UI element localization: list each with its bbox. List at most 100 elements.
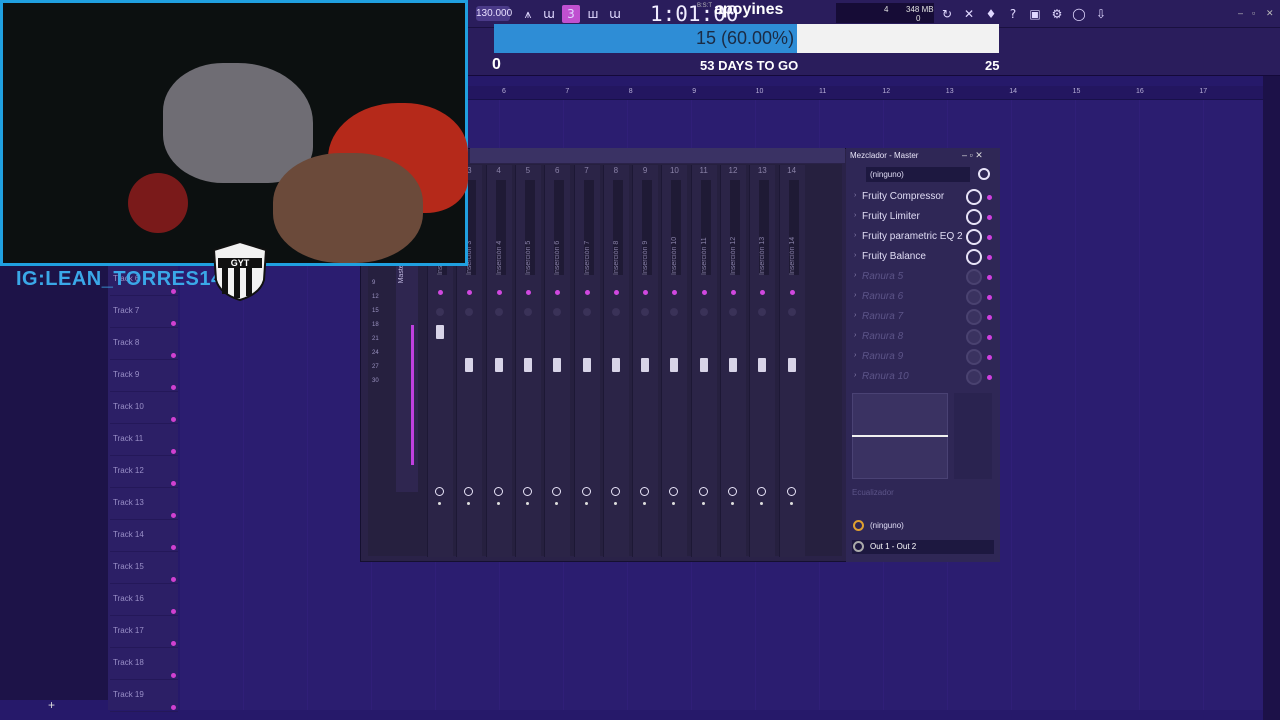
effect-slot[interactable]: › Fruity parametric EQ 2 xyxy=(850,228,970,246)
slot-enable-dot[interactable] xyxy=(987,275,992,280)
effect-slot[interactable]: › Fruity Balance xyxy=(850,248,970,266)
route-dot[interactable] xyxy=(525,502,529,505)
track-header[interactable]: Track 9 xyxy=(110,360,178,392)
slot-mix-knob[interactable] xyxy=(966,329,982,345)
eq-faders[interactable] xyxy=(954,393,992,479)
effect-slot[interactable]: › Fruity Compressor xyxy=(850,188,970,206)
insert-dot[interactable] xyxy=(613,290,619,295)
slot-enable-dot[interactable] xyxy=(987,295,992,300)
tempo-display[interactable]: 130.000 xyxy=(476,6,512,21)
track-header[interactable]: Track 13 xyxy=(110,488,178,520)
link-icon[interactable] xyxy=(581,487,591,496)
insert-dot[interactable] xyxy=(584,290,590,295)
effect-slot[interactable]: › Ranura 7 xyxy=(850,308,970,326)
track-header[interactable]: Track 12 xyxy=(110,456,178,488)
master-strip[interactable]: Master xyxy=(396,262,418,492)
volume-fader[interactable] xyxy=(729,358,737,372)
track-header[interactable]: Track 7 xyxy=(110,296,178,328)
app-minimize-icon[interactable]: – xyxy=(1238,8,1243,18)
preset-selector[interactable]: (ninguno) xyxy=(866,167,970,182)
route-dot[interactable] xyxy=(731,502,734,505)
volume-fader[interactable] xyxy=(582,358,591,372)
link-icon[interactable] xyxy=(522,487,532,496)
step-edit-icon[interactable]: ɯ xyxy=(606,5,624,23)
undo-icon[interactable]: ✕ xyxy=(960,5,978,23)
link-icon[interactable] xyxy=(493,487,503,496)
slot-mix-knob[interactable] xyxy=(966,369,982,385)
volume-fader[interactable] xyxy=(494,358,503,372)
slot-expand-icon[interactable]: › xyxy=(854,352,856,359)
slot-expand-icon[interactable]: › xyxy=(854,372,856,379)
link-icon[interactable] xyxy=(610,487,620,496)
track-header[interactable]: Track 8 xyxy=(110,328,178,360)
pan-knob[interactable] xyxy=(699,308,708,316)
track-mute-dot[interactable] xyxy=(171,705,176,710)
track-mute-dot[interactable] xyxy=(171,481,176,486)
add-track-button[interactable]: + xyxy=(48,698,55,712)
slot-enable-dot[interactable] xyxy=(987,255,992,260)
volume-fader[interactable] xyxy=(465,358,474,372)
slot-expand-icon[interactable]: › xyxy=(854,272,856,279)
volume-fader[interactable] xyxy=(787,358,796,372)
track-header[interactable]: Track 10 xyxy=(110,392,178,424)
preset-knob-icon[interactable] xyxy=(978,168,990,180)
slot-expand-icon[interactable]: › xyxy=(854,252,856,259)
track-header[interactable]: Track 15 xyxy=(110,552,178,584)
track-mute-dot[interactable] xyxy=(171,641,176,646)
effect-slot[interactable]: › Ranura 8 xyxy=(850,328,970,346)
track-mute-dot[interactable] xyxy=(171,609,176,614)
save-icon[interactable]: ▣ xyxy=(1026,5,1044,23)
volume-fader[interactable] xyxy=(670,358,679,372)
link-icon[interactable] xyxy=(698,487,708,496)
insert-dot[interactable] xyxy=(525,290,531,295)
slot-enable-dot[interactable] xyxy=(987,315,992,320)
insert-dot[interactable] xyxy=(789,290,795,295)
pan-knob[interactable] xyxy=(611,308,620,316)
pan-knob[interactable] xyxy=(787,308,796,316)
blend-icon[interactable]: ↻ xyxy=(938,5,956,23)
track-mute-dot[interactable] xyxy=(171,353,176,358)
volume-fader[interactable] xyxy=(758,358,767,372)
route-dot[interactable] xyxy=(613,502,617,505)
slot-enable-dot[interactable] xyxy=(987,235,992,240)
track-mute-dot[interactable] xyxy=(171,577,176,582)
insert-dot[interactable] xyxy=(496,290,502,295)
download-icon[interactable]: ⇩ xyxy=(1092,5,1110,23)
pan-knob[interactable] xyxy=(436,308,444,316)
track-header[interactable]: Track 17 xyxy=(110,616,178,648)
track-mute-dot[interactable] xyxy=(171,449,176,454)
route-selector[interactable]: (ninguno) xyxy=(852,519,994,533)
slot-expand-icon[interactable]: › xyxy=(854,232,856,239)
slot-expand-icon[interactable]: › xyxy=(854,212,856,219)
app-close-icon[interactable]: ✕ xyxy=(1266,8,1274,19)
route-dot[interactable] xyxy=(701,502,705,505)
help-icon[interactable]: ? xyxy=(1004,5,1022,23)
loop-record-icon[interactable]: ш xyxy=(584,5,602,23)
slot-mix-knob[interactable] xyxy=(966,229,982,245)
mixer-titlebar[interactable] xyxy=(470,148,845,163)
route-dot[interactable] xyxy=(789,502,793,505)
slot-enable-dot[interactable] xyxy=(987,355,992,360)
app-restore-icon[interactable]: ▫ xyxy=(1252,8,1255,18)
effect-slot[interactable]: › Ranura 5 xyxy=(850,268,970,286)
track-mute-dot[interactable] xyxy=(171,513,176,518)
pan-knob[interactable] xyxy=(494,308,503,316)
slot-expand-icon[interactable]: › xyxy=(854,312,856,319)
output-selector[interactable]: Out 1 - Out 2 xyxy=(852,540,994,554)
plugin-icon[interactable]: ⚙ xyxy=(1048,5,1066,23)
countdown-icon[interactable]: 3 xyxy=(562,5,580,23)
track-mute-dot[interactable] xyxy=(171,321,176,326)
track-header[interactable]: Track 14 xyxy=(110,520,178,552)
effect-slot[interactable]: › Ranura 10 xyxy=(850,368,970,386)
slot-mix-knob[interactable] xyxy=(966,309,982,325)
playlist-scrollbar[interactable] xyxy=(1263,76,1280,720)
slot-mix-knob[interactable] xyxy=(966,209,982,225)
track-header[interactable]: Track 18 xyxy=(110,648,178,680)
slot-enable-dot[interactable] xyxy=(987,335,992,340)
slot-enable-dot[interactable] xyxy=(987,215,992,220)
slot-expand-icon[interactable]: › xyxy=(854,332,856,339)
slot-enable-dot[interactable] xyxy=(987,195,992,200)
slot-mix-knob[interactable] xyxy=(966,269,982,285)
route-dot[interactable] xyxy=(584,502,588,505)
mic-icon[interactable]: ♦ xyxy=(982,5,1000,23)
